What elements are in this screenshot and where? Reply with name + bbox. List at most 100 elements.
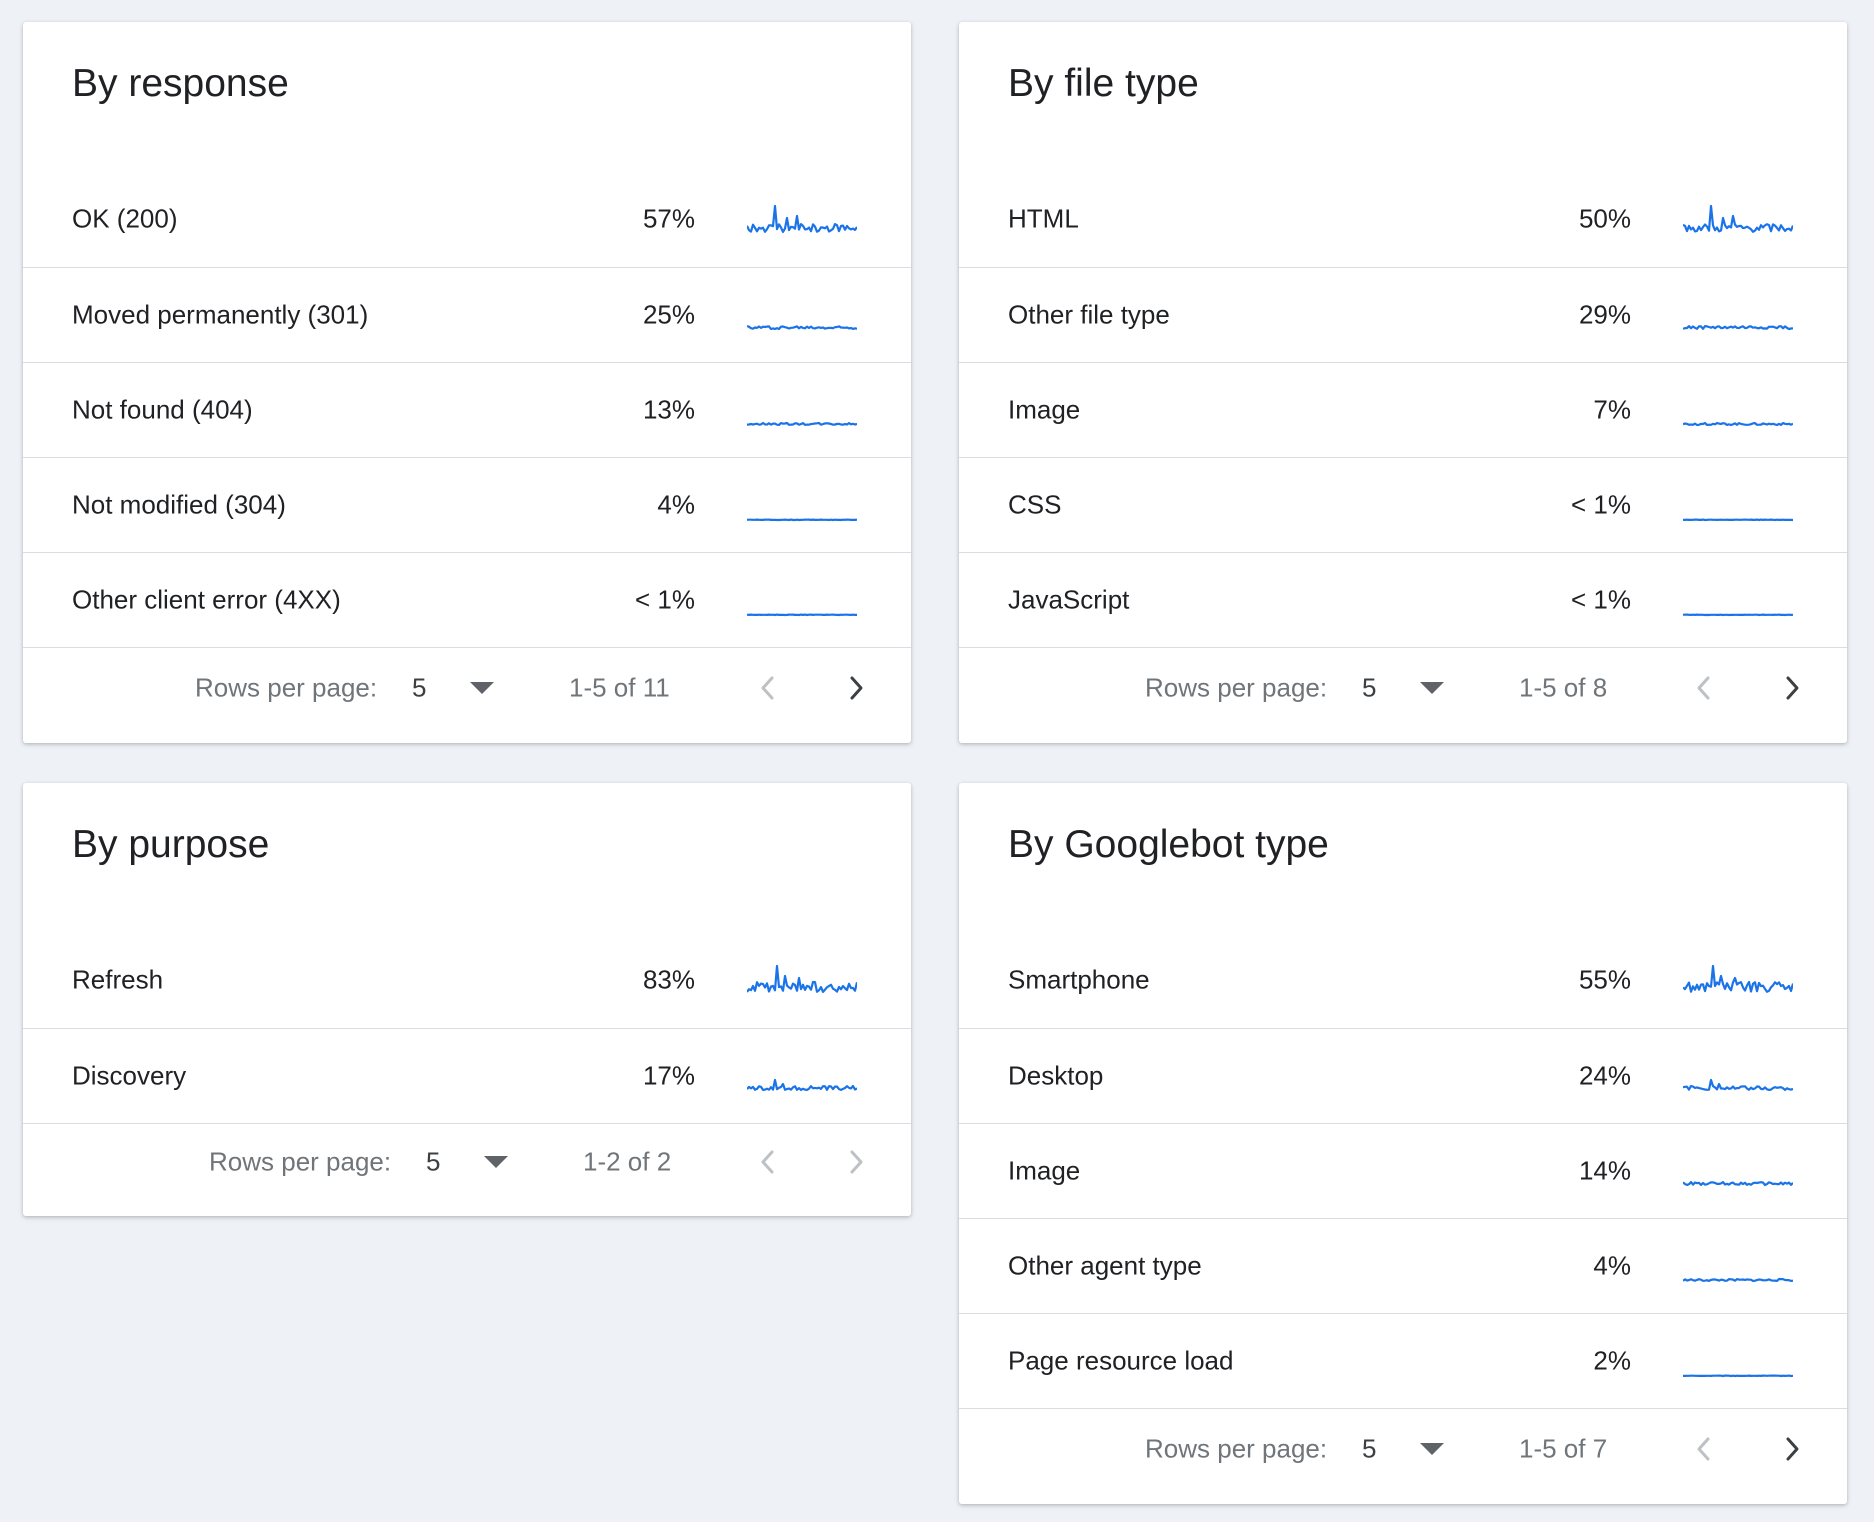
pagination-footer: Rows per page: 5 1-5 of 11 [23,633,911,743]
pagination-footer: Rows per page: 5 1-5 of 8 [959,633,1847,743]
row-label: Refresh [72,964,164,995]
rows-per-page-select[interactable]: 5 [426,1147,440,1178]
row-percentage: 50% [1578,203,1631,234]
sparkline [1683,1277,1793,1283]
row-label: Smartphone [1008,964,1150,995]
row-label: Not found (404) [72,394,253,425]
table-row[interactable]: Image 14% [959,1124,1847,1219]
row-label: Moved permanently (301) [72,299,369,330]
row-label: Other agent type [1008,1250,1202,1281]
rows-list: Smartphone 55% Desktop 24% Image 14% Oth… [959,932,1847,1409]
row-label: Image [1008,1155,1081,1186]
sparkline [747,1078,857,1092]
rows-per-page-select[interactable]: 5 [412,673,426,704]
row-label: Other client error (4XX) [72,584,341,615]
rows-per-page-label: Rows per page: [1145,1433,1328,1464]
row-percentage: 57% [642,203,695,234]
card-by-file-type: By file type HTML 50% Other file type 29… [959,22,1847,743]
rows-list: HTML 50% Other file type 29% Image 7% CS… [959,171,1847,648]
table-row[interactable]: Other file type 29% [959,268,1847,363]
rows-per-page-label: Rows per page: [1145,672,1328,703]
row-percentage: 55% [1578,964,1631,995]
sparkline [1683,1374,1793,1378]
row-label: Not modified (304) [72,489,286,520]
row-label: OK (200) [72,203,178,234]
row-label: Desktop [1008,1060,1104,1091]
table-row[interactable]: Desktop 24% [959,1029,1847,1124]
rows-list: OK (200) 57% Moved permanently (301) 25%… [23,171,911,648]
row-label: Discovery [72,1060,187,1091]
row-percentage: < 1% [1571,584,1631,615]
card-title: By purpose [72,823,270,866]
rows-per-page-label: Rows per page: [209,1146,392,1177]
table-row[interactable]: HTML 50% [959,171,1847,268]
page-range: 1-5 of 8 [1519,672,1608,703]
sparkline [1683,1181,1793,1187]
table-row[interactable]: CSS < 1% [959,458,1847,553]
chevron-left-icon[interactable] [753,673,783,703]
page-range: 1-2 of 2 [583,1146,672,1177]
chevron-right-icon[interactable] [841,673,871,703]
row-label: CSS [1008,489,1062,520]
table-row[interactable]: OK (200) 57% [23,171,911,268]
card-title: By Googlebot type [1008,823,1329,866]
row-percentage: 13% [642,394,695,425]
row-label: Other file type [1008,299,1170,330]
table-row[interactable]: Not found (404) 13% [23,363,911,458]
table-row[interactable]: Moved permanently (301) 25% [23,268,911,363]
triangle-down-icon[interactable] [1420,682,1444,694]
card-by-googlebot-type: By Googlebot type Smartphone 55% Desktop… [959,783,1847,1504]
sparkline [1683,1078,1793,1092]
table-row[interactable]: Smartphone 55% [959,932,1847,1029]
table-row[interactable]: Image 7% [959,363,1847,458]
row-label: Page resource load [1008,1345,1234,1376]
sparkline [747,518,857,522]
row-percentage: < 1% [635,584,695,615]
sparkline [1683,964,1793,993]
row-percentage: < 1% [1571,489,1631,520]
rows-list: Refresh 83% Discovery 17% [23,932,911,1124]
rows-per-page-select[interactable]: 5 [1362,673,1376,704]
row-percentage: 24% [1578,1060,1631,1091]
row-percentage: 4% [657,489,695,520]
row-percentage: 2% [1593,1345,1631,1376]
sparkline [1683,613,1793,617]
sparkline [747,613,857,617]
row-percentage: 7% [1593,394,1631,425]
chevron-left-icon[interactable] [1689,1434,1719,1464]
card-by-response: By response OK (200) 57% Moved permanent… [23,22,911,743]
card-by-purpose: By purpose Refresh 83% Discovery 17% Row… [23,783,911,1216]
row-percentage: 25% [642,299,695,330]
row-percentage: 17% [642,1060,695,1091]
table-row[interactable]: Not modified (304) 4% [23,458,911,553]
row-percentage: 83% [642,964,695,995]
chevron-right-icon[interactable] [1777,1434,1807,1464]
sparkline [1683,204,1793,233]
page-range: 1-5 of 11 [569,672,670,703]
pagination-footer: Rows per page: 5 1-2 of 2 [23,1107,911,1217]
chevron-left-icon[interactable] [1689,673,1719,703]
table-row[interactable]: Refresh 83% [23,932,911,1029]
row-label: HTML [1008,203,1079,234]
triangle-down-icon[interactable] [484,1156,508,1168]
chevron-left-icon[interactable] [753,1147,783,1177]
row-percentage: 4% [1593,1250,1631,1281]
sparkline [747,204,857,234]
sparkline [747,421,857,427]
sparkline [747,324,857,331]
chevron-right-icon[interactable] [841,1147,871,1177]
triangle-down-icon[interactable] [470,682,494,694]
rows-per-page-select[interactable]: 5 [1362,1434,1376,1465]
sparkline [747,964,857,993]
card-title: By file type [1008,62,1199,105]
sparkline [1683,518,1793,522]
card-title: By response [72,62,289,105]
pagination-footer: Rows per page: 5 1-5 of 7 [959,1394,1847,1504]
row-percentage: 29% [1578,299,1631,330]
table-row[interactable]: Other agent type 4% [959,1219,1847,1314]
triangle-down-icon[interactable] [1420,1443,1444,1455]
sparkline [1683,325,1793,331]
chevron-right-icon[interactable] [1777,673,1807,703]
sparkline [1683,421,1793,427]
row-label: Image [1008,394,1081,425]
